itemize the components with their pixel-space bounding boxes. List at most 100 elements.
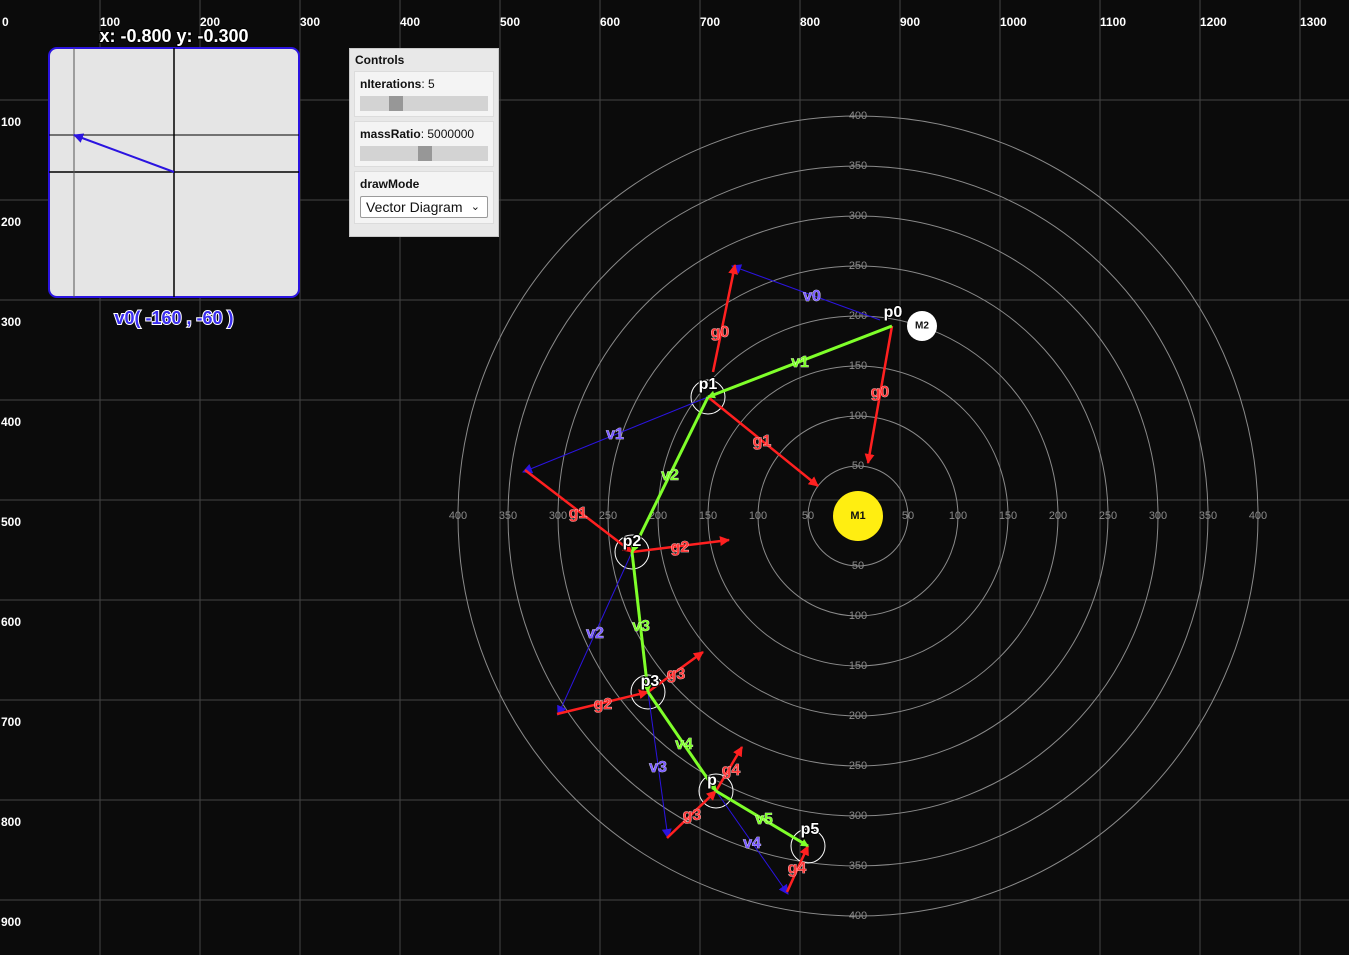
velocity-label-v0: v0	[803, 288, 821, 305]
y-axis-tick-label: 800	[1, 815, 21, 829]
x-axis-tick-label: 800	[800, 15, 820, 29]
iterations-label: nIterations	[360, 77, 422, 91]
polar-scale-label: 100	[749, 510, 767, 522]
polar-scale-label: 250	[599, 510, 617, 522]
y-axis-tick-label: 500	[1, 515, 21, 529]
polar-scale-label: 100	[849, 410, 867, 422]
polar-scale-label: 250	[849, 760, 867, 772]
mass-ratio-slider-thumb[interactable]	[418, 146, 432, 161]
gravity-label-g4: g4	[722, 762, 741, 779]
draw-mode-select[interactable]: Vector Diagram ⌄	[360, 196, 488, 218]
polar-scale-label: 300	[549, 510, 567, 522]
simulation-canvas[interactable]: 0 100 200 300 400 500 600 700 800 900 1000 1100 1200…	[0, 0, 1349, 955]
velocity-label-v5: v5	[755, 811, 773, 828]
gravity-label-g3: g3	[667, 666, 686, 683]
y-axis-tick-label: 200	[1, 215, 21, 229]
velocity-label-v4: v4	[743, 835, 761, 852]
mass-ratio-control: massRatio: 5000000	[354, 121, 494, 167]
gravity-label-g4: g4	[788, 860, 807, 877]
pad-caption: v0( -160 , -60 )	[114, 308, 233, 328]
gravity-label-g0: g0	[871, 384, 890, 401]
velocity-label-v3: v3	[632, 618, 650, 635]
x-axis-tick-label: 900	[900, 15, 920, 29]
polar-scale-label: 300	[849, 810, 867, 822]
gravity-label-g2: g2	[671, 539, 690, 556]
velocity-label-v1: v1	[791, 354, 809, 371]
position-label-p0: p0	[884, 304, 903, 321]
bodies: M1 M2	[833, 311, 937, 541]
polar-scale-label: 150	[849, 360, 867, 372]
polar-scale-label: 350	[1199, 510, 1217, 522]
polar-scale-label: 250	[849, 260, 867, 272]
gravity-label-g2: g2	[594, 696, 613, 713]
x-axis-tick-label: 1300	[1300, 15, 1327, 29]
polar-scale-label: 50	[852, 560, 864, 572]
polar-scale-label: 350	[849, 160, 867, 172]
polar-scale-label: 100	[849, 610, 867, 622]
velocity-label-v1: v1	[606, 426, 624, 443]
polar-scale-label: 400	[449, 510, 467, 522]
x-axis-tick-label: 1000	[1000, 15, 1027, 29]
polar-scale-label: 400	[1249, 510, 1267, 522]
pad-readout: x: -0.800 y: -0.300	[99, 26, 248, 46]
position-label-p2: p2	[623, 533, 642, 550]
x-axis-tick-label: 1200	[1200, 15, 1227, 29]
y-axis-tick-label: 400	[1, 415, 21, 429]
polar-scale-label: 300	[1149, 510, 1167, 522]
polar-scale-label: 350	[849, 860, 867, 872]
y-axis-tick-label: 300	[1, 315, 21, 329]
velocity-label-v3: v3	[649, 759, 667, 776]
polar-scale-label: 150	[699, 510, 717, 522]
velocity-pad: x: -0.800 y: -0.300 v0( -160 , -60 )	[48, 25, 300, 329]
y-axis-tick-label: 100	[1, 115, 21, 129]
polar-scale-label: 150	[999, 510, 1017, 522]
x-axis-tick-label: 700	[700, 15, 720, 29]
iterations-slider[interactable]	[360, 96, 488, 111]
position-label-p5: p5	[801, 821, 820, 838]
polar-scale-label: 300	[849, 210, 867, 222]
gravity-label-g1: g1	[753, 433, 772, 450]
polar-scale-label: 400	[849, 110, 867, 122]
position-label-p4: p	[707, 772, 717, 789]
y-axis-tick-label: 600	[1, 615, 21, 629]
mass-ratio-slider[interactable]	[360, 146, 488, 161]
x-axis-tick-label: 400	[400, 15, 420, 29]
vector-labels: p0 p1 p2 p3 p p5 v0 v1 v1 v2 v2 v3 v3 v4 v4 v5 g0 g0 g1 g1 g…	[568, 288, 903, 878]
controls-title: Controls	[355, 53, 405, 67]
x-axis-tick-label: 600	[600, 15, 620, 29]
mass-ratio-label: massRatio	[360, 127, 421, 141]
polar-scale-label: 350	[499, 510, 517, 522]
y-axis-tick-label: 700	[1, 715, 21, 729]
position-label-p1: p1	[699, 376, 718, 393]
x-axis-tick-label: 0	[2, 15, 9, 29]
x-axis-tick-label: 300	[300, 15, 320, 29]
x-axis-tick-label: 500	[500, 15, 520, 29]
controls-panel: Controls nIterations: 5 massRatio: 50000…	[349, 48, 499, 237]
body-m2-label: M2	[915, 321, 929, 332]
body-m1-label: M1	[850, 510, 865, 522]
velocity-label-v2: v2	[661, 467, 679, 484]
gravity-label-g1: g1	[569, 505, 588, 522]
gravity-label-g3: g3	[683, 807, 702, 824]
chevron-down-icon: ⌄	[470, 201, 480, 213]
mass-ratio-value: 5000000	[427, 127, 475, 141]
polar-scale-label: 100	[949, 510, 967, 522]
polar-scale-label: 200	[849, 710, 867, 722]
gravity-vector-g0	[711, 264, 739, 373]
draw-mode-value: Vector Diagram	[366, 199, 463, 215]
polar-scale-label: 50	[902, 510, 914, 522]
velocity-label-v2: v2	[586, 625, 604, 642]
position-label-p3: p3	[641, 673, 660, 690]
gravity-label-g0: g0	[711, 324, 730, 341]
iterations-value: 5	[428, 77, 435, 91]
x-axis-tick-label: 1100	[1100, 15, 1126, 29]
polar-scale-label: 50	[852, 460, 864, 472]
polar-scale-label: 200	[1049, 510, 1067, 522]
iterations-control: nIterations: 5	[354, 71, 494, 117]
iterations-slider-thumb[interactable]	[389, 96, 403, 111]
velocity-label-v4: v4	[675, 736, 693, 753]
y-axis-tick-label: 900	[1, 915, 21, 929]
polar-scale-label: 50	[802, 510, 814, 522]
polar-scale-label: 150	[849, 660, 867, 672]
polar-scale-label: 250	[1099, 510, 1117, 522]
